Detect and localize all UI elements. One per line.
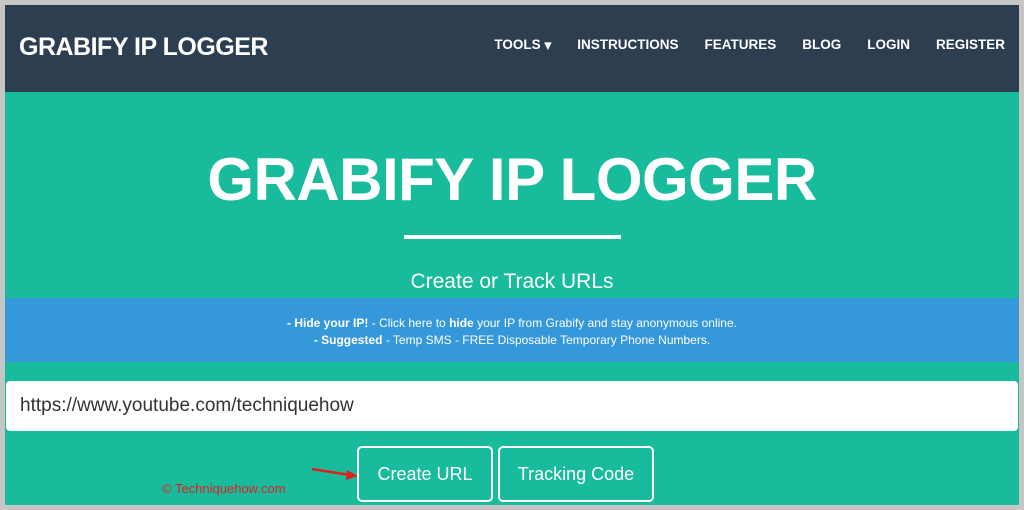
- page: GRABIFY IP LOGGER TOOLS ▾ INSTRUCTIONS F…: [5, 5, 1019, 505]
- watermark: © Techniquehow.com: [162, 481, 286, 496]
- divider: [404, 235, 621, 239]
- caret-down-icon: ▾: [544, 37, 552, 53]
- url-input[interactable]: [6, 381, 1018, 431]
- nav-login[interactable]: LOGIN: [867, 37, 910, 53]
- hide-bold: hide: [449, 316, 474, 330]
- nav-menu: TOOLS ▾ INSTRUCTIONS FEATURES BLOG LOGIN…: [494, 37, 1005, 53]
- temp-sms-link[interactable]: - Suggested - Temp SMS - FREE Disposable…: [5, 332, 1019, 349]
- hide-ip-bold: - Hide your IP!: [287, 316, 369, 330]
- tracking-code-button[interactable]: Tracking Code: [498, 446, 654, 502]
- nav-features[interactable]: FEATURES: [704, 37, 776, 53]
- info-banner: - Hide your IP! - Click here to hide you…: [5, 298, 1019, 362]
- nav-tools[interactable]: TOOLS ▾: [494, 37, 551, 53]
- nav-register[interactable]: REGISTER: [936, 37, 1005, 53]
- nav-tools-label: TOOLS: [494, 37, 541, 52]
- hide-ip-link[interactable]: - Hide your IP! - Click here to hide you…: [5, 315, 1019, 332]
- nav-instructions[interactable]: INSTRUCTIONS: [577, 37, 678, 53]
- navbar: GRABIFY IP LOGGER TOOLS ▾ INSTRUCTIONS F…: [5, 5, 1019, 92]
- create-url-button[interactable]: Create URL: [357, 446, 493, 502]
- suggested-bold: - Suggested: [313, 333, 383, 347]
- brand-logo[interactable]: GRABIFY IP LOGGER: [19, 33, 268, 62]
- hero-title: GRABIFY IP LOGGER: [207, 146, 817, 213]
- text: your IP from Grabify and stay anonymous …: [473, 316, 737, 330]
- annotation-arrow-icon: [311, 467, 358, 480]
- nav-blog[interactable]: BLOG: [802, 37, 841, 53]
- text: - Click here to: [368, 316, 450, 330]
- text: - Temp SMS - FREE Disposable Temporary P…: [382, 333, 711, 347]
- hero-subtitle: Create or Track URLs: [410, 270, 614, 293]
